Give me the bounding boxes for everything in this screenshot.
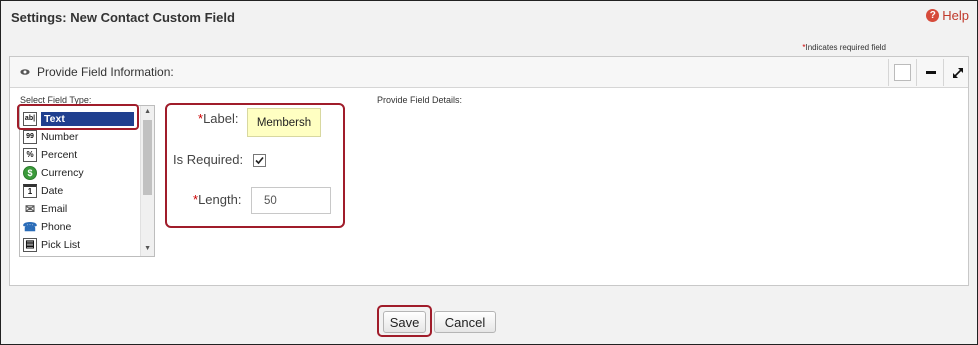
field-type-item-percent[interactable]: % Percent	[23, 146, 138, 163]
field-type-label: Phone	[41, 220, 72, 233]
label-field-text: Label:	[203, 111, 239, 126]
panel-title: Provide Field Information:	[37, 65, 174, 79]
field-type-item-phone[interactable]: ☎ Phone	[23, 218, 138, 235]
length-field-label: *Length:	[193, 192, 241, 207]
checkmark-icon	[255, 156, 264, 165]
field-type-label: Currency	[41, 166, 84, 179]
phone-icon: ☎	[22, 219, 38, 234]
selected-type-highlight	[17, 104, 139, 130]
question-circle-icon: ?	[926, 9, 940, 22]
required-note-text: Indicates required field	[805, 43, 887, 52]
envelope-icon: ✉	[23, 201, 37, 216]
provide-field-details-label: Provide Field Details:	[377, 95, 463, 105]
panel-header: Provide Field Information:	[10, 57, 968, 88]
field-type-label: Date	[41, 184, 64, 197]
field-type-item-number[interactable]: 99 Number	[23, 128, 138, 145]
length-field-text: Length:	[198, 192, 242, 207]
help-link[interactable]: ? Help	[926, 8, 969, 23]
minimize-button[interactable]	[916, 59, 944, 86]
checkbox-box-icon	[894, 64, 911, 81]
scroll-thumb[interactable]	[143, 120, 152, 195]
percent-icon: %	[23, 147, 37, 162]
scroll-down-icon[interactable]: ▼	[144, 245, 151, 252]
field-type-item-email[interactable]: ✉ Email	[23, 200, 138, 217]
page-title: Settings: New Contact Custom Field	[11, 10, 235, 25]
required-field-note: *Indicates required field	[802, 43, 886, 52]
cancel-button[interactable]: Cancel	[434, 311, 496, 333]
label-field-label: *Label:	[198, 111, 238, 126]
minimize-icon	[925, 71, 936, 74]
calendar-icon: 1	[23, 183, 37, 198]
field-type-label: Number	[41, 130, 79, 143]
field-type-item-date[interactable]: 1 Date	[23, 182, 138, 199]
field-type-item-pick-list[interactable]: ▤ Pick List	[23, 236, 138, 253]
field-type-label: Email	[41, 202, 68, 215]
is-required-label: Is Required:	[173, 152, 244, 167]
expand-button[interactable]	[943, 59, 971, 86]
scroll-up-icon[interactable]: ▲	[144, 108, 151, 115]
number-icon: 99	[23, 129, 37, 144]
is-required-checkbox[interactable]	[253, 154, 266, 167]
field-information-panel: Provide Field Information: Select Field …	[9, 56, 969, 286]
expand-icon	[952, 67, 963, 78]
panel-select-box[interactable]	[888, 59, 916, 86]
pick-list-icon: ▤	[23, 237, 37, 252]
settings-window: Settings: New Contact Custom Field ? Hel…	[0, 0, 978, 345]
eye-icon	[20, 69, 30, 75]
length-input[interactable]: 50	[251, 187, 331, 214]
currency-dollar-icon: $	[23, 165, 37, 180]
field-type-item-currency[interactable]: $ Currency	[23, 164, 138, 181]
save-button[interactable]: Save	[383, 311, 426, 333]
help-label: Help	[942, 8, 969, 23]
list-scrollbar[interactable]: ▲ ▼	[140, 106, 154, 256]
field-type-label: Percent	[41, 148, 78, 161]
label-input[interactable]: Membersh	[247, 108, 321, 137]
field-type-label: Pick List	[41, 238, 81, 251]
